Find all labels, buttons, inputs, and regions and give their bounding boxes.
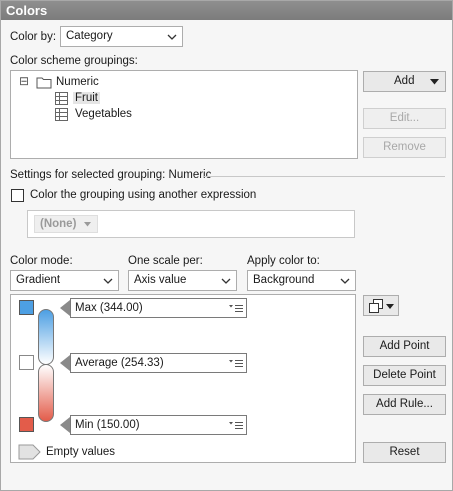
one-scale-per-dropdown[interactable]: Axis value <box>128 270 237 291</box>
tree-item-vegetables[interactable]: Vegetables <box>75 108 132 120</box>
gradient-editor: Max (344.00) Average (254.33) Min (150.0… <box>10 294 356 463</box>
chevron-down-icon <box>167 34 177 40</box>
settings-header: Settings for selected grouping: Numeric <box>10 169 212 181</box>
min-point-label: Min (150.00) <box>75 419 140 431</box>
caret-down-icon <box>386 304 394 309</box>
color-by-dropdown[interactable]: Category <box>60 26 183 47</box>
list-icon <box>55 92 68 105</box>
copy-icon <box>369 299 383 313</box>
add-button-label: Add <box>394 75 415 87</box>
dropdown-menu-icon[interactable] <box>229 421 243 430</box>
another-expression-label: Color the grouping using another express… <box>30 189 257 201</box>
caret-down-icon <box>84 222 91 227</box>
empty-values-swatch[interactable] <box>18 444 42 460</box>
min-color-swatch[interactable] <box>19 417 34 432</box>
add-point-button[interactable]: Add Point <box>363 336 446 357</box>
expression-dropdown[interactable]: (None) <box>34 215 98 233</box>
collapse-icon[interactable]: ⊟ <box>19 74 29 88</box>
min-handle-icon[interactable] <box>60 417 70 433</box>
tree-item-numeric[interactable]: Numeric <box>56 76 99 88</box>
dropdown-menu-icon[interactable] <box>229 359 243 368</box>
max-color-swatch[interactable] <box>19 300 34 315</box>
settings-separator <box>203 176 445 177</box>
copy-menu-button[interactable] <box>363 295 399 316</box>
color-mode-value: Gradient <box>16 274 61 286</box>
folder-icon <box>36 77 52 89</box>
edit-button[interactable]: Edit... <box>363 108 446 129</box>
list-icon <box>55 108 68 121</box>
color-mode-dropdown[interactable]: Gradient <box>10 270 119 291</box>
apply-color-to-value: Background <box>253 274 315 286</box>
expression-area: (None) <box>27 210 355 238</box>
average-point-field[interactable]: Average (254.33) <box>70 353 247 373</box>
remove-button[interactable]: Remove <box>363 137 446 158</box>
gradient-lower-bar <box>38 364 54 422</box>
max-point-field[interactable]: Max (344.00) <box>70 298 247 318</box>
another-expression-checkbox[interactable] <box>11 189 24 202</box>
chevron-down-icon <box>103 278 113 284</box>
color-mode-label: Color mode: <box>10 255 73 267</box>
panel-title: Colors <box>1 1 452 20</box>
tree-item-fruit[interactable]: Fruit <box>73 92 100 104</box>
chevron-down-icon <box>221 278 231 284</box>
caret-down-icon <box>430 79 439 85</box>
apply-color-to-dropdown[interactable]: Background <box>247 270 356 291</box>
average-point-label: Average (254.33) <box>75 357 164 369</box>
chevron-down-icon <box>340 278 350 284</box>
one-scale-per-label: One scale per: <box>128 255 203 267</box>
min-point-field[interactable]: Min (150.00) <box>70 415 247 435</box>
average-handle-icon[interactable] <box>60 355 70 371</box>
color-by-label: Color by: <box>10 31 57 43</box>
reset-button[interactable]: Reset <box>363 442 446 463</box>
apply-color-to-label: Apply color to: <box>247 255 320 267</box>
colors-panel: Colors Color by: Category Color scheme g… <box>0 0 453 491</box>
delete-point-button[interactable]: Delete Point <box>363 365 446 386</box>
color-by-value: Category <box>66 30 113 42</box>
average-color-swatch[interactable] <box>19 355 34 370</box>
add-rule-button[interactable]: Add Rule... <box>363 394 446 415</box>
groupings-tree[interactable]: ⊟ Numeric Fruit Vegetables <box>10 70 358 159</box>
gradient-upper-bar <box>38 309 54 365</box>
max-point-label: Max (344.00) <box>75 302 143 314</box>
add-button[interactable]: Add <box>363 71 446 92</box>
max-handle-icon[interactable] <box>60 300 70 316</box>
groupings-label: Color scheme groupings: <box>10 55 138 67</box>
expression-value: (None) <box>40 218 77 230</box>
empty-values-label: Empty values <box>46 446 116 458</box>
dropdown-menu-icon[interactable] <box>229 304 243 313</box>
one-scale-per-value: Axis value <box>134 274 187 286</box>
